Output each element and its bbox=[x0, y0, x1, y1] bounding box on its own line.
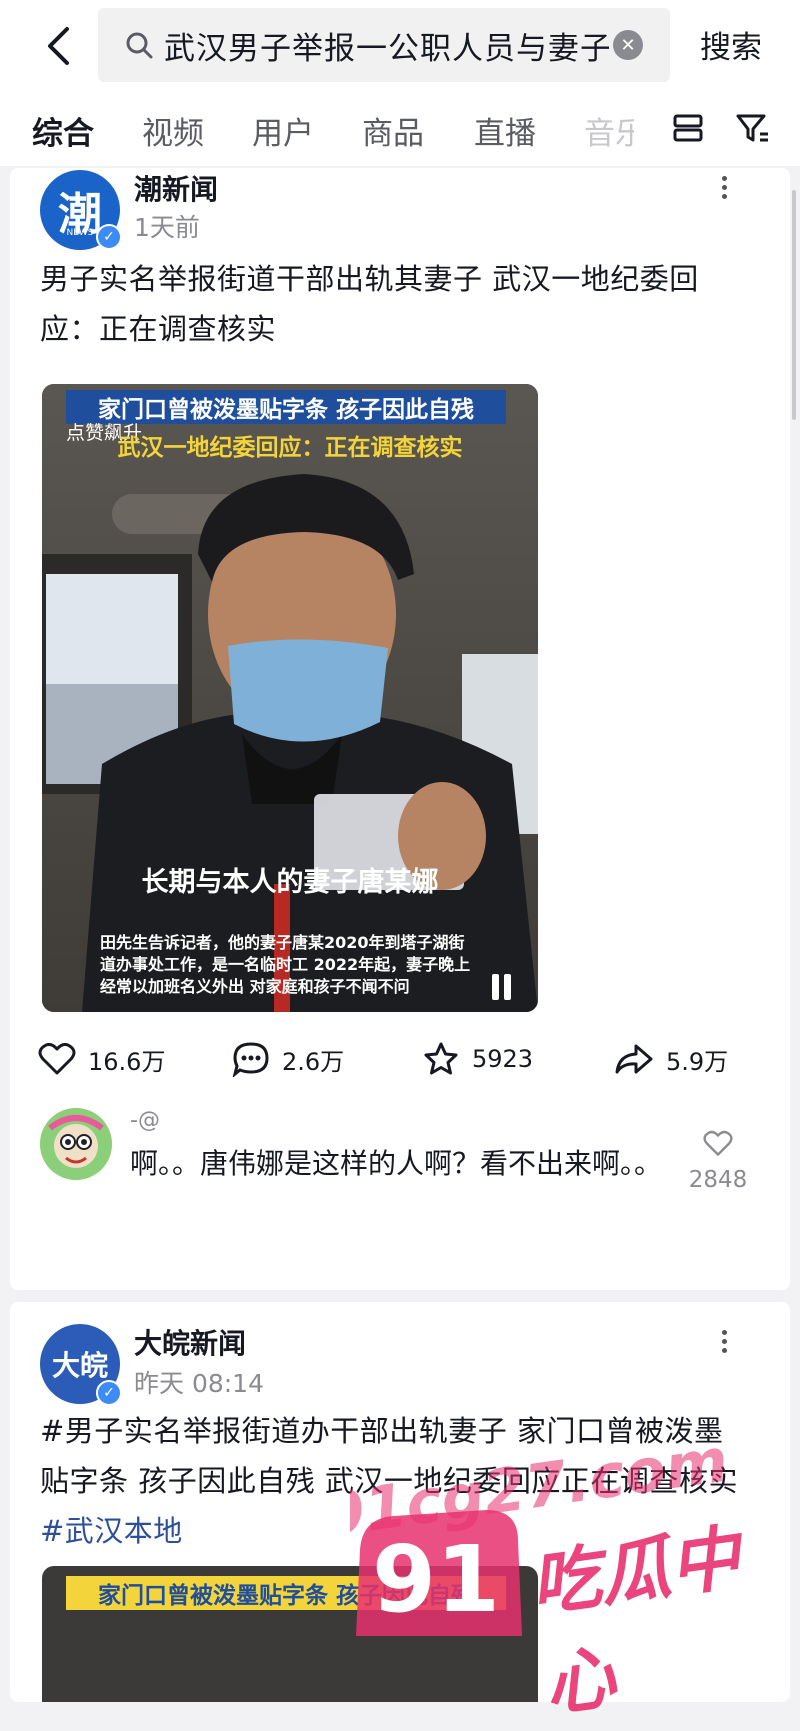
comment-username[interactable]: -@ bbox=[130, 1108, 160, 1133]
comment-avatar[interactable] bbox=[40, 1108, 112, 1180]
top-comment[interactable]: -@ 啊。。唐伟娜是这样的人啊？看不出来啊。。 2848 bbox=[10, 1104, 790, 1244]
video-player[interactable]: 家门口曾被泼墨贴字条 孩子因此自残 点赞飙升 武汉一地纪委回应：正在调查核实 长… bbox=[42, 384, 538, 1012]
back-button[interactable] bbox=[38, 22, 78, 70]
search-query[interactable]: 武汉男子举报一公职人员与妻子不 bbox=[164, 23, 609, 68]
clear-icon[interactable]: ✕ bbox=[613, 30, 643, 60]
tab-live[interactable]: 直播 bbox=[474, 108, 536, 153]
share-icon bbox=[615, 1044, 653, 1074]
pause-icon[interactable] bbox=[492, 974, 516, 1002]
video-frame bbox=[42, 384, 538, 1012]
like-count: 16.6万 bbox=[88, 1047, 166, 1076]
search-icon bbox=[126, 32, 153, 59]
heart-icon bbox=[703, 1130, 733, 1156]
chevron-left-icon bbox=[48, 27, 69, 65]
tab-users[interactable]: 用户 bbox=[252, 108, 314, 153]
hashtag-link[interactable]: #武汉本地 bbox=[40, 1514, 183, 1548]
favorite-button[interactable]: 5923 bbox=[422, 1034, 533, 1084]
post-title[interactable]: 男子实名举报街道干部出轨其妻子 武汉一地纪委回应：正在调查核实 bbox=[40, 254, 740, 354]
post-card[interactable]: 大皖 ✓ 大皖新闻 昨天 08:14 #男子实名举报街道办干部出轨妻子 家门口曾… bbox=[10, 1302, 790, 1702]
tab-all[interactable]: 综合 bbox=[32, 108, 94, 153]
layout-toggle-icon[interactable] bbox=[670, 110, 706, 146]
post-title[interactable]: #男子实名举报街道办干部出轨妻子 家门口曾被泼墨贴字条 孩子因此自残 武汉一地纪… bbox=[40, 1406, 740, 1556]
filter-icon[interactable] bbox=[734, 110, 770, 146]
like-button[interactable]: 16.6万 bbox=[38, 1034, 165, 1084]
more-icon[interactable] bbox=[712, 1326, 736, 1356]
search-button[interactable]: 搜索 bbox=[700, 22, 762, 67]
tab-videos[interactable]: 视频 bbox=[142, 108, 204, 153]
star-icon bbox=[424, 1042, 458, 1075]
comment-avatar-image bbox=[40, 1108, 112, 1180]
video-caption-top: 家门口曾被泼墨贴字条 孩子因此自残 bbox=[66, 1576, 506, 1610]
verified-icon: ✓ bbox=[96, 224, 122, 250]
avatar-logo-text: 大皖 bbox=[51, 1349, 108, 1382]
share-button[interactable]: 5.9万 bbox=[614, 1034, 728, 1084]
video-description: 田先生告诉记者，他的妻子唐某2020年到塔子湖街道办事处工作，是一名临时工 20… bbox=[100, 933, 471, 996]
post-card[interactable]: 潮 NEWS ✓ 潮新闻 1天前 男子实名举报街道干部出轨其妻子 武汉一地纪委回… bbox=[10, 168, 790, 1290]
favorite-count: 5923 bbox=[472, 1045, 534, 1073]
verified-icon: ✓ bbox=[96, 1380, 122, 1406]
video-subtitle: 长期与本人的妻子唐某娜 bbox=[141, 867, 439, 898]
author-name[interactable]: 大皖新闻 bbox=[134, 1322, 246, 1362]
tab-music[interactable]: 音乐 bbox=[584, 108, 634, 153]
comment-like-count: 2848 bbox=[688, 1167, 748, 1193]
author-name[interactable]: 潮新闻 bbox=[134, 168, 218, 208]
comment-like-button[interactable]: 2848 bbox=[678, 1130, 758, 1193]
heart-icon bbox=[38, 1042, 76, 1075]
comment-text: 啊。。唐伟娜是这样的人啊？看不出来啊。。 bbox=[130, 1147, 663, 1180]
post-time: 昨天 08:14 bbox=[134, 1369, 264, 1398]
share-count: 5.9万 bbox=[666, 1047, 729, 1076]
comment-icon bbox=[232, 1042, 269, 1077]
tab-products[interactable]: 商品 bbox=[362, 108, 424, 153]
post-text: #男子实名举报街道办干部出轨妻子 家门口曾被泼墨贴字条 孩子因此自残 武汉一地纪… bbox=[40, 1414, 738, 1498]
action-bar: 16.6万 2.6万 5923 5.9万 bbox=[10, 1034, 790, 1084]
tab-bar: 综合 视频 用户 商品 直播 音乐 bbox=[0, 90, 800, 166]
comment-button[interactable]: 2.6万 bbox=[232, 1034, 344, 1084]
top-bar: 武汉男子举报一公职人员与妻子不 ✕ 搜索 bbox=[0, 0, 800, 90]
post-time: 1天前 bbox=[134, 213, 200, 242]
search-input[interactable]: 武汉男子举报一公职人员与妻子不 ✕ bbox=[98, 8, 670, 82]
scrollbar[interactable] bbox=[792, 190, 796, 420]
comment-count: 2.6万 bbox=[282, 1047, 345, 1076]
more-icon[interactable] bbox=[712, 172, 736, 202]
video-caption-title: 武汉一地纪委回应：正在调查核实 bbox=[117, 435, 463, 461]
video-player[interactable]: 家门口曾被泼墨贴字条 孩子因此自残 bbox=[42, 1566, 538, 1702]
